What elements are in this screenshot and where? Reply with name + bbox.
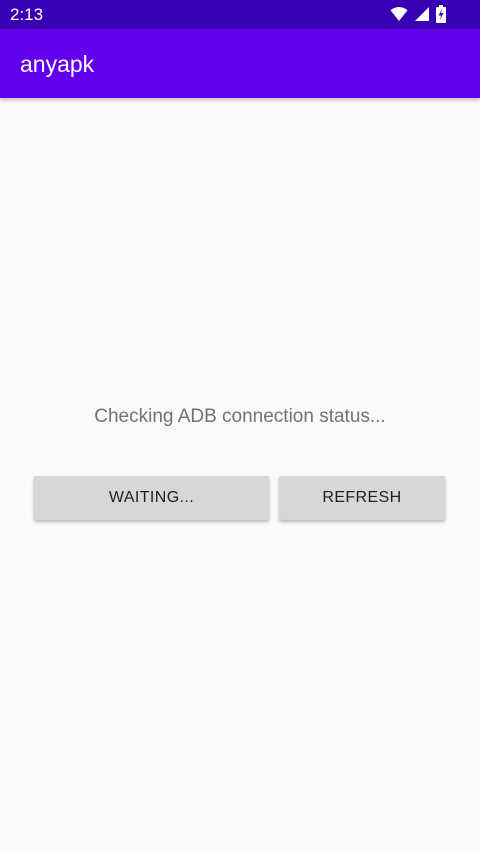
status-time: 2:13 xyxy=(10,5,44,24)
main-content: Checking ADB connection status... WAITIN… xyxy=(0,98,480,853)
refresh-button[interactable]: REFRESH xyxy=(279,476,445,520)
adb-status-message: Checking ADB connection status... xyxy=(94,406,386,427)
status-bar: 2:13 xyxy=(0,0,480,29)
wifi-icon xyxy=(390,6,408,22)
app-title: anyapk xyxy=(20,51,95,77)
cell-signal-icon xyxy=(414,6,430,22)
battery-charging-icon xyxy=(436,5,446,23)
waiting-button[interactable]: WAITING... xyxy=(34,476,269,520)
app-bar: anyapk xyxy=(0,29,480,98)
status-icons xyxy=(390,5,446,23)
